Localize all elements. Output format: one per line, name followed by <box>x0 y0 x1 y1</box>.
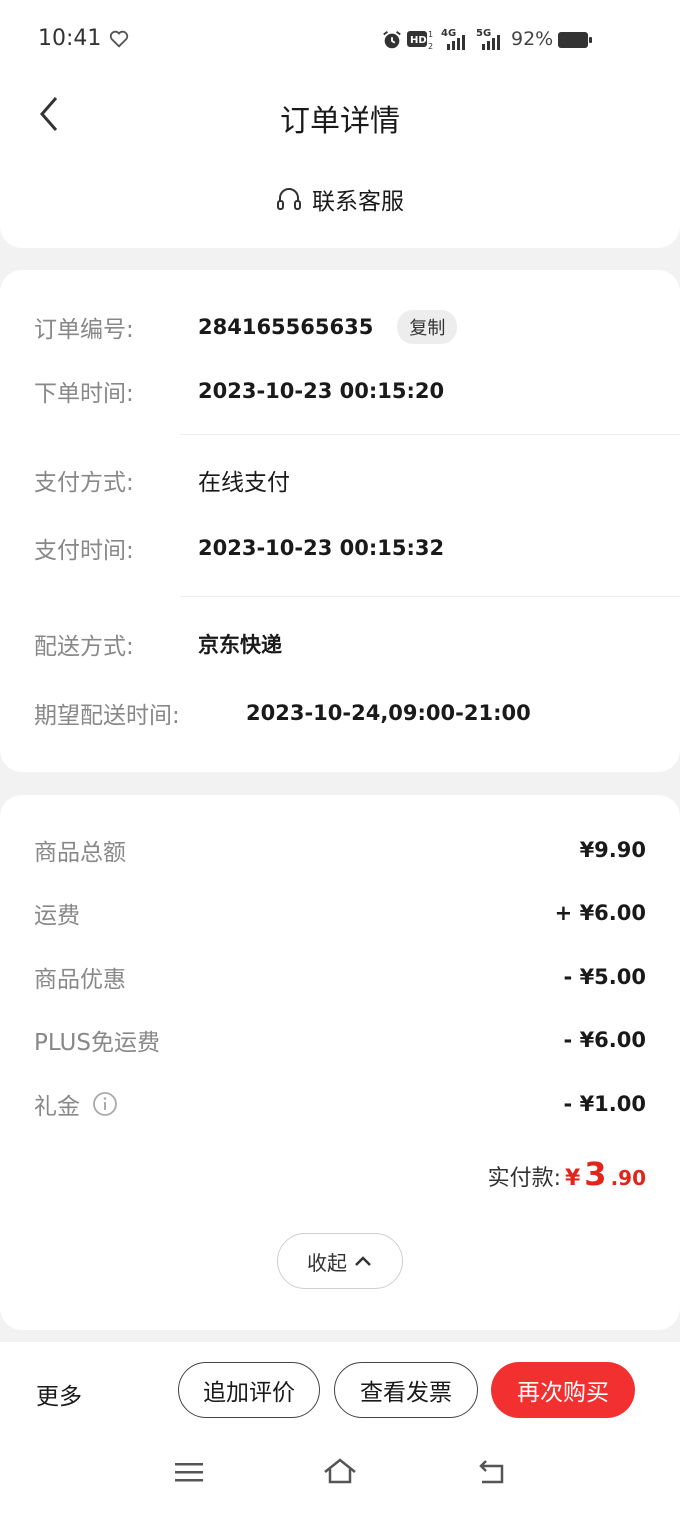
info-circle-icon[interactable] <box>92 1091 118 1117</box>
price-row: 运费 + ¥6.00 <box>34 893 646 933</box>
pay-time-value: 2023-10-23 00:15:32 <box>198 536 445 560</box>
delivery-method-label: 配送方式: <box>34 634 134 660</box>
total-int: 3 <box>584 1155 607 1193</box>
pay-time-label: 支付时间: <box>34 538 134 564</box>
order-time-value: 2023-10-23 00:15:20 <box>198 379 445 403</box>
status-bar: 10:41 HD 1 2 4G 5G 92% <box>0 0 680 80</box>
price-label: PLUS免运费 <box>34 1030 160 1056</box>
total-label: 实付款: <box>487 1166 561 1191</box>
divider <box>180 434 680 435</box>
contact-service-button[interactable]: 联系客服 <box>0 182 680 216</box>
total-currency: ¥ <box>564 1166 581 1191</box>
view-invoice-button[interactable]: 查看发票 <box>334 1362 478 1418</box>
buy-again-button[interactable]: 再次购买 <box>491 1362 635 1418</box>
expected-time-row: 期望配送时间: 2023-10-24,09:00-21:00 <box>34 693 660 733</box>
expected-time-value: 2023-10-24,09:00-21:00 <box>246 701 531 725</box>
collapse-button[interactable]: 收起 <box>277 1233 403 1289</box>
delivery-method-value: 京东快递 <box>198 633 282 657</box>
return-icon[interactable] <box>476 1458 506 1486</box>
add-review-button[interactable]: 追加评价 <box>178 1362 320 1418</box>
bottom-bar: 更多 追加评价 查看发票 再次购买 <box>0 1342 680 1516</box>
pay-method-row: 支付方式: 在线支付 <box>34 460 660 500</box>
total-dec: .90 <box>610 1166 646 1190</box>
nav-bar: 订单详情 <box>0 80 680 160</box>
expected-time-label: 期望配送时间: <box>34 703 180 729</box>
price-value: - ¥1.00 <box>563 1092 646 1116</box>
svg-text:2: 2 <box>428 42 433 51</box>
alarm-icon <box>383 31 401 49</box>
price-row: PLUS免运费 - ¥6.00 <box>34 1020 646 1060</box>
total-row: 实付款: ¥ 3 .90 <box>488 1155 646 1193</box>
price-row: 礼金 - ¥1.00 <box>34 1084 646 1124</box>
delivery-method-row: 配送方式: 京东快递 <box>34 624 660 664</box>
svg-text:HD: HD <box>410 35 427 46</box>
order-number-row: 订单编号: 284165565635 复制 <box>34 307 660 347</box>
heart-icon <box>109 30 129 48</box>
price-label: 商品优惠 <box>34 967 126 993</box>
more-button[interactable]: 更多 <box>36 1377 82 1411</box>
price-card: 商品总额 ¥9.90 运费 + ¥6.00 商品优惠 - ¥5.00 PLUS免… <box>0 795 680 1330</box>
svg-text:1: 1 <box>428 30 433 39</box>
order-time-label: 下单时间: <box>34 381 134 407</box>
collapse-label: 收起 <box>307 1250 347 1275</box>
copy-button[interactable]: 复制 <box>397 310 458 344</box>
price-value: ¥9.90 <box>579 838 646 862</box>
home-icon[interactable] <box>322 1456 358 1486</box>
pay-method-value: 在线支付 <box>198 470 290 496</box>
divider <box>180 596 680 597</box>
hd-icon: HD 1 2 <box>407 30 433 51</box>
battery-icon <box>558 32 592 48</box>
battery-percent: 92% <box>511 28 554 50</box>
service-card: 联系客服 <box>0 160 680 248</box>
order-time-row: 下单时间: 2023-10-23 00:15:20 <box>34 371 660 411</box>
gift-label-wrap: 礼金 <box>34 1087 118 1121</box>
page-title: 订单详情 <box>280 104 400 139</box>
headset-icon <box>277 188 301 210</box>
status-time: 10:41 <box>38 26 102 51</box>
price-label: 运费 <box>34 903 80 929</box>
price-value: + ¥6.00 <box>554 901 646 925</box>
price-row: 商品总额 ¥9.90 <box>34 830 646 870</box>
order-number-label: 订单编号: <box>34 317 134 343</box>
svg-text:4G: 4G <box>441 28 456 39</box>
chevron-up-icon <box>355 1256 371 1266</box>
price-row: 商品优惠 - ¥5.00 <box>34 957 646 997</box>
contact-service-label: 联系客服 <box>312 189 404 215</box>
svg-text:5G: 5G <box>476 28 491 39</box>
signal-5g-icon: 5G <box>476 28 500 50</box>
price-value: - ¥5.00 <box>563 965 646 989</box>
signal-4g-icon: 4G <box>441 28 465 50</box>
price-label: 礼金 <box>34 1094 80 1120</box>
pay-method-label: 支付方式: <box>34 470 134 496</box>
order-number-value: 284165565635 <box>198 315 374 339</box>
pay-time-row: 支付时间: 2023-10-23 00:15:32 <box>34 528 660 568</box>
menu-icon[interactable] <box>174 1460 204 1484</box>
order-info-card: 订单编号: 284165565635 复制 下单时间: 2023-10-23 0… <box>0 270 680 772</box>
price-label: 商品总额 <box>34 840 126 866</box>
price-value: - ¥6.00 <box>563 1028 646 1052</box>
